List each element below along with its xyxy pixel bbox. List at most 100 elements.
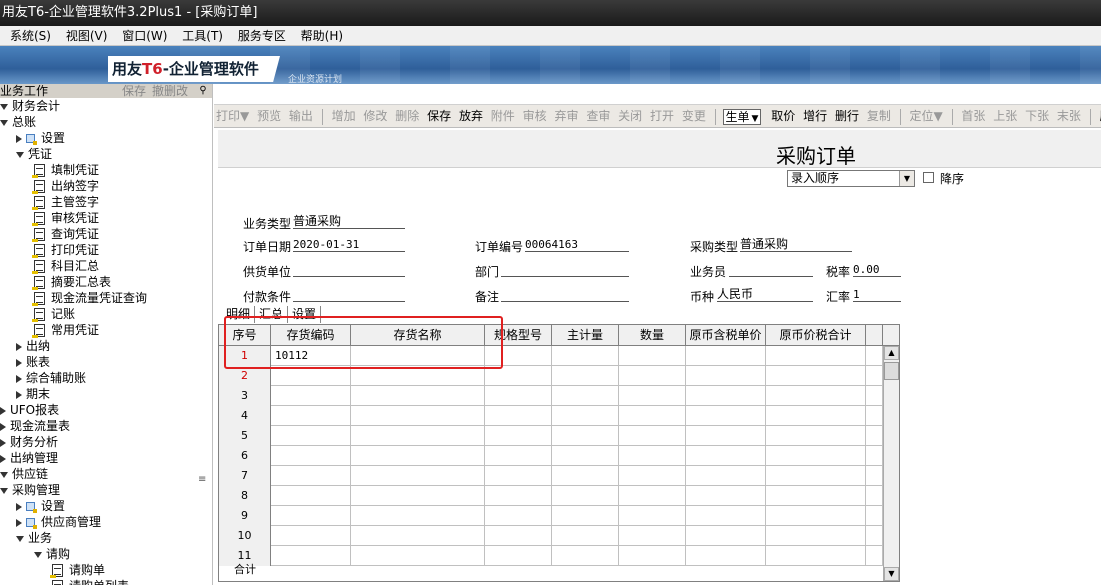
nav-undo-button[interactable]: 撤删改 [152,84,188,98]
table-row[interactable]: 4 [219,406,883,426]
add-button[interactable]: 增加 [330,105,358,127]
grid-cell[interactable] [619,406,686,426]
grid-cell[interactable] [485,466,552,486]
grid-cell[interactable] [686,466,766,486]
nav-item[interactable]: 供应链 [0,466,212,482]
grid-cell[interactable] [766,486,866,506]
delete-row-button[interactable]: 删行 [833,105,861,127]
expand-down-icon[interactable] [0,471,8,478]
audit-button[interactable]: 审核 [521,105,549,127]
grid-cell[interactable] [766,406,866,426]
order-date-field[interactable]: 2020-01-31 [293,238,405,252]
next-button[interactable]: 下张 [1023,105,1051,127]
exchange-rate-field[interactable]: 1 [853,288,901,302]
grid-cell[interactable] [686,486,766,506]
table-row[interactable]: 2 [219,366,883,386]
grid-cell[interactable] [686,406,766,426]
nav-item[interactable]: 账表 [0,354,212,370]
expand-down-icon[interactable] [0,487,8,494]
grid-cell[interactable] [485,426,552,446]
preview-button[interactable]: 预览 [255,105,283,127]
pin-icon[interactable]: ⚲ [196,84,210,98]
grid-cell[interactable] [686,526,766,546]
nav-save-button[interactable]: 保存 [122,84,146,98]
nav-item[interactable]: 常用凭证 [0,322,212,338]
locate-button[interactable]: 定位▼ [908,105,945,127]
grid-cell[interactable] [619,386,686,406]
grid-cell[interactable] [552,506,619,526]
grid-cell[interactable] [351,506,485,526]
grid-cell[interactable] [766,526,866,546]
scroll-down-icon[interactable]: ▼ [884,567,899,581]
menu-help[interactable]: 帮助(H) [301,26,343,46]
grid-cell[interactable] [552,406,619,426]
expand-right-icon[interactable] [0,438,6,447]
expand-down-icon[interactable] [0,103,8,110]
grid-cell[interactable] [351,526,485,546]
check-button[interactable]: 查审 [584,105,612,127]
currency-field[interactable]: 人民币 [717,288,813,302]
grid-cell[interactable] [485,506,552,526]
expand-right-icon[interactable] [0,406,6,415]
supplier-field[interactable] [293,263,405,277]
grid-cell[interactable] [485,366,552,386]
inventory-code-cell[interactable] [271,426,351,446]
inventory-code-cell[interactable] [271,406,351,426]
biz-type-field[interactable]: 普通采购 [293,215,405,229]
nav-item[interactable]: 科目汇总 [0,258,212,274]
grid-cell[interactable] [552,346,619,366]
menu-tools[interactable]: 工具(T) [182,26,223,46]
descending-checkbox[interactable] [923,172,934,183]
grid-cell[interactable] [552,486,619,506]
copy-button[interactable]: 复制 [865,105,893,127]
grid-cell[interactable] [619,486,686,506]
menu-window[interactable]: 窗口(W) [122,26,167,46]
grid-cell[interactable] [686,386,766,406]
grid-cell[interactable] [485,486,552,506]
expand-down-icon[interactable] [0,119,8,126]
inventory-code-cell[interactable] [271,446,351,466]
grid-cell[interactable] [552,446,619,466]
abandon-button[interactable]: 放弃 [457,105,485,127]
menu-view[interactable]: 视图(V) [66,26,108,46]
expand-down-icon[interactable] [16,535,24,542]
grid-cell[interactable] [351,406,485,426]
nav-item[interactable]: 打印凭证 [0,242,212,258]
expand-down-icon[interactable] [16,151,24,158]
nav-item[interactable]: 审核凭证 [0,210,212,226]
nav-item[interactable]: 总账 [0,114,212,130]
grid-cell[interactable] [619,366,686,386]
grid-cell[interactable] [619,446,686,466]
expand-right-icon[interactable] [16,342,22,351]
inventory-code-cell[interactable] [271,526,351,546]
grid-cell[interactable] [485,446,552,466]
note-field[interactable] [501,288,629,302]
grid-cell[interactable] [866,446,883,466]
table-row[interactable]: 10 [219,526,883,546]
delete-button[interactable]: 删除 [393,105,421,127]
nav-item[interactable]: 期末 [0,386,212,402]
grid-cell[interactable] [351,366,485,386]
grid-cell[interactable] [866,366,883,386]
nav-item[interactable]: 现金流量表 [0,418,212,434]
nav-item[interactable]: 设置 [0,130,212,146]
table-row[interactable]: 3 [219,386,883,406]
add-row-button[interactable]: 增行 [801,105,829,127]
prev-button[interactable]: 上张 [991,105,1019,127]
grid-cell[interactable] [485,526,552,546]
scroll-thumb[interactable] [884,362,899,380]
splitter-handle-icon[interactable]: ≡ [198,474,206,485]
nav-item[interactable]: 摘要汇总表 [0,274,212,290]
expand-right-icon[interactable] [16,518,22,527]
grid-cell[interactable] [485,386,552,406]
nav-item[interactable]: 设置 [0,498,212,514]
nav-item[interactable]: 凭证 [0,146,212,162]
grid-cell[interactable] [686,426,766,446]
expand-right-icon[interactable] [0,422,6,431]
expand-right-icon[interactable] [16,358,22,367]
last-button[interactable]: 末张 [1055,105,1083,127]
table-row[interactable]: 5 [219,426,883,446]
inventory-code-cell[interactable] [271,366,351,386]
grid-cell[interactable] [766,366,866,386]
grid-cell[interactable] [619,526,686,546]
